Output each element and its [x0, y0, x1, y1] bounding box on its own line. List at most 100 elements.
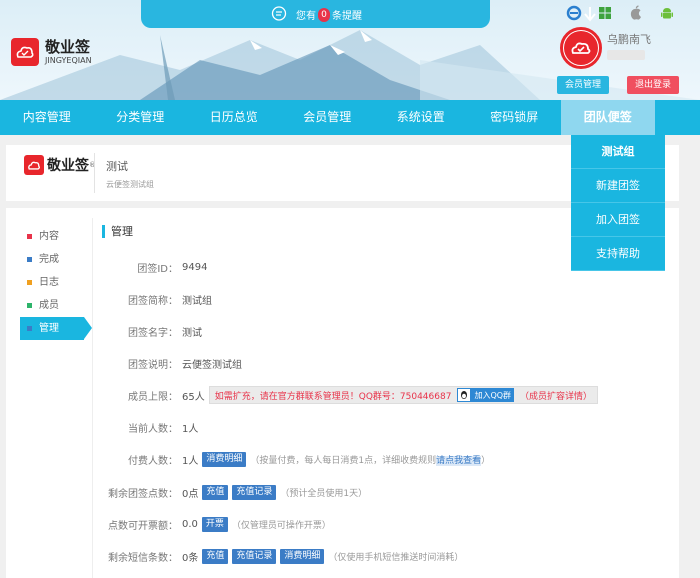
sidenav-label: 完成: [39, 254, 59, 265]
points-note: （预计全员使用1天）: [280, 488, 368, 499]
field-team-short-name: 团签简称： 测试组: [102, 289, 212, 309]
field-label: 剩余短信条数：: [108, 552, 178, 564]
ie-icon[interactable]: [566, 5, 582, 21]
field-team-id: 团签ID： 9494: [102, 257, 207, 277]
nav-category-management[interactable]: 分类管理: [94, 100, 188, 135]
points-recharge-history-button[interactable]: 充值记录: [232, 484, 277, 500]
dropdown-item-join-team[interactable]: 加入团签: [571, 203, 665, 237]
paid-note: （按量付费，每人每日消费1点，详细收费规则: [250, 455, 437, 466]
field-value: 测试组: [182, 295, 212, 307]
fee-rules-link[interactable]: 请点我查看: [436, 455, 482, 466]
logo-en-text: JINGYEQIAN: [45, 55, 92, 65]
red-dot-icon: [27, 234, 32, 239]
invoice-note: （仅管理员可操作开票）: [231, 520, 331, 531]
dropdown-item-test-group[interactable]: 测试组: [571, 135, 665, 169]
chat-bubble-icon: [271, 6, 287, 21]
expand-warning-text: 如需扩充，请在官方群联系管理员！QQ群号：750446687: [214, 391, 452, 402]
consumption-detail-button[interactable]: 消费明细: [202, 451, 247, 467]
field-team-description: 团签说明： 云便签测试组: [102, 353, 242, 373]
sidenav-item-log[interactable]: 日志: [20, 271, 84, 294]
sidenav-label: 内容: [39, 231, 59, 242]
field-label: 当前人数：: [128, 423, 178, 435]
banner-logo-icon: [24, 155, 44, 175]
team-notes-dropdown: 测试组 新建团签 加入团签 支持帮助: [571, 135, 665, 271]
join-qq-group-button[interactable]: 加入QQ群: [457, 388, 515, 402]
field-value: 9494: [182, 261, 208, 273]
points-recharge-button[interactable]: 充值: [202, 484, 229, 500]
nav-content-management[interactable]: 内容管理: [0, 100, 94, 135]
sms-note: （仅使用手机短信推送时间消耗）: [328, 552, 464, 563]
invoice-button[interactable]: 开票: [201, 516, 228, 532]
team-title: 测试: [106, 160, 128, 173]
windows-icon[interactable]: [597, 5, 613, 21]
field-remaining-points: 剩余团签点数： 0点 充值 充值记录 （预计全员使用1天）: [12, 482, 367, 502]
notice-text: 您有 0 条提醒: [296, 7, 362, 22]
sidenav-label: 成员: [39, 300, 59, 311]
notice-bar[interactable]: 您有 0 条提醒: [141, 0, 596, 28]
brand-logo[interactable]: 敬业签 JINGYEQIAN: [11, 38, 92, 66]
sms-recharge-button[interactable]: 充值: [202, 548, 229, 564]
sidenav-item-manage[interactable]: 管理: [20, 317, 92, 340]
sidenav-label: 日志: [39, 277, 59, 288]
user-avatar[interactable]: [560, 27, 602, 69]
join-qq-label: 加入QQ群: [474, 390, 512, 400]
sms-recharge-history-button[interactable]: 充值记录: [232, 548, 277, 564]
field-value: 1人: [182, 423, 199, 435]
header: 您有 0 条提醒 敬业签 JINGYEQIAN 乌鹏南飞 会员管理 退出登录: [0, 0, 700, 100]
nav-system-settings[interactable]: 系统设置: [374, 100, 468, 135]
apple-icon[interactable]: [628, 5, 644, 21]
blue-dot-icon: [27, 326, 32, 331]
field-label: 点数可开票额：: [108, 520, 178, 532]
section-title: 管理: [102, 225, 133, 238]
notice-count-badge: 0: [318, 7, 330, 22]
sidenav-label: 管理: [39, 323, 59, 334]
expand-notice-box: 如需扩充，请在官方群联系管理员！QQ群号：750446687 加入QQ群 （成员…: [208, 386, 599, 404]
field-team-name: 团签名字： 测试: [102, 321, 202, 341]
field-label: 团签ID：: [137, 263, 178, 275]
field-label: 剩余团签点数：: [108, 488, 178, 500]
sidenav-item-content[interactable]: 内容: [20, 225, 84, 248]
nav-team-notes[interactable]: 团队便签: [561, 100, 655, 135]
team-description: 云便签测试组: [106, 180, 154, 189]
logo-mark-icon: [11, 38, 39, 66]
sms-consumption-detail-button[interactable]: 消费明细: [280, 548, 325, 564]
field-label: 团签说明：: [128, 359, 178, 371]
field-paid-count: 付费人数： 1人 消费明细 （按量付费，每人每日消费1点，详细收费规则请点我查看…: [102, 449, 490, 469]
sidenav-item-done[interactable]: 完成: [20, 248, 84, 271]
android-icon[interactable]: [659, 5, 675, 21]
logout-button[interactable]: 退出登录: [627, 76, 679, 94]
field-value: 云便签测试组: [182, 359, 242, 371]
field-value: 0.0: [182, 518, 198, 530]
field-label: 团签简称：: [128, 295, 178, 307]
dropdown-item-new-team[interactable]: 新建团签: [571, 169, 665, 203]
field-current-count: 当前人数： 1人: [102, 417, 198, 437]
sidenav-item-members[interactable]: 成员: [20, 294, 84, 317]
logo-cn-text: 敬业签: [45, 37, 91, 56]
user-info-placeholder: [607, 50, 645, 60]
nav-calendar-overview[interactable]: 日历总览: [187, 100, 281, 135]
field-label: 付费人数：: [128, 455, 178, 467]
field-remaining-sms: 剩余短信条数： 0条 充值 充值记录 消费明细 （仅使用手机短信推送时间消耗）: [12, 546, 463, 566]
member-management-button[interactable]: 会员管理: [557, 76, 609, 94]
orange-dot-icon: [27, 280, 32, 285]
field-label: 团签名字：: [128, 327, 178, 339]
platform-download-icons: [566, 5, 675, 21]
banner-separator: [94, 153, 95, 193]
green-dot-icon: [27, 303, 32, 308]
notice-prefix: 您有: [296, 11, 316, 22]
field-value: 测试: [182, 327, 202, 339]
paid-note-end: ）: [481, 455, 491, 466]
field-member-limit: 成员上限： 65人 如需扩充，请在官方群联系管理员！QQ群号：750446687…: [102, 385, 599, 405]
nav-member-management[interactable]: 会员管理: [281, 100, 375, 135]
blue-dot-icon: [27, 257, 32, 262]
qq-icon: [457, 388, 472, 402]
notice-suffix: 条提醒: [332, 11, 362, 22]
field-invoice-amount: 点数可开票额： 0.0 开票 （仅管理员可操作开票）: [12, 514, 331, 534]
expand-detail-link[interactable]: （成员扩容详情）: [520, 389, 592, 402]
field-value: 65人: [182, 391, 205, 403]
nav-password-lock[interactable]: 密码锁屏: [468, 100, 562, 135]
banner-logo-text: 敬业签: [47, 158, 89, 174]
main-nav: 内容管理 分类管理 日历总览 会员管理 系统设置 密码锁屏 团队便签: [0, 100, 700, 135]
dropdown-item-help[interactable]: 支持帮助: [571, 237, 665, 271]
banner-logo: 敬业签 ®: [24, 155, 96, 175]
